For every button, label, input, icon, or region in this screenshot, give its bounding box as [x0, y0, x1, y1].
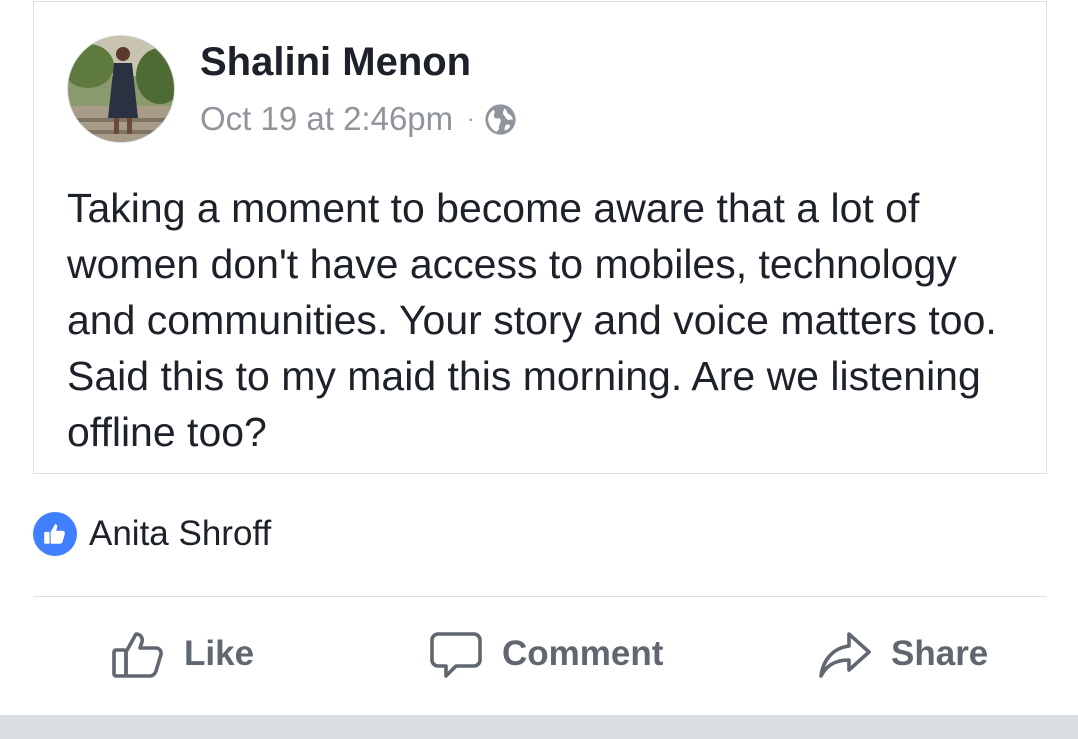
thumbs-up-outline-icon — [112, 632, 163, 678]
post-meta: Oct 19 at 2:46pm · — [200, 100, 517, 138]
globe-icon[interactable] — [484, 103, 517, 136]
post-card: Shalini Menon Oct 19 at 2:46pm · Taking … — [33, 1, 1047, 474]
meta-separator: · — [467, 106, 475, 131]
post-timestamp[interactable]: Oct 19 at 2:46pm — [200, 100, 453, 138]
share-arrow-icon — [819, 632, 871, 678]
thumbs-up-icon — [33, 512, 77, 556]
post-text: Taking a moment to become aware that a l… — [67, 185, 997, 455]
reactor-name: Anita Shroff — [89, 514, 272, 553]
comment-button[interactable]: Comment — [428, 626, 663, 682]
post-page: Shalini Menon Oct 19 at 2:46pm · Taking … — [0, 0, 1078, 739]
divider — [33, 596, 1047, 597]
avatar[interactable] — [67, 35, 175, 143]
bottom-separator-bar — [0, 715, 1078, 739]
share-button[interactable]: Share — [817, 626, 988, 682]
comment-label: Comment — [502, 634, 664, 673]
share-label: Share — [891, 634, 989, 673]
author-name[interactable]: Shalini Menon — [200, 40, 471, 85]
comment-icon — [430, 632, 482, 678]
reactions-row[interactable]: Anita Shroff — [33, 512, 271, 556]
like-label: Like — [184, 634, 255, 673]
avatar-photo — [68, 36, 174, 142]
like-button[interactable]: Like — [110, 626, 254, 682]
